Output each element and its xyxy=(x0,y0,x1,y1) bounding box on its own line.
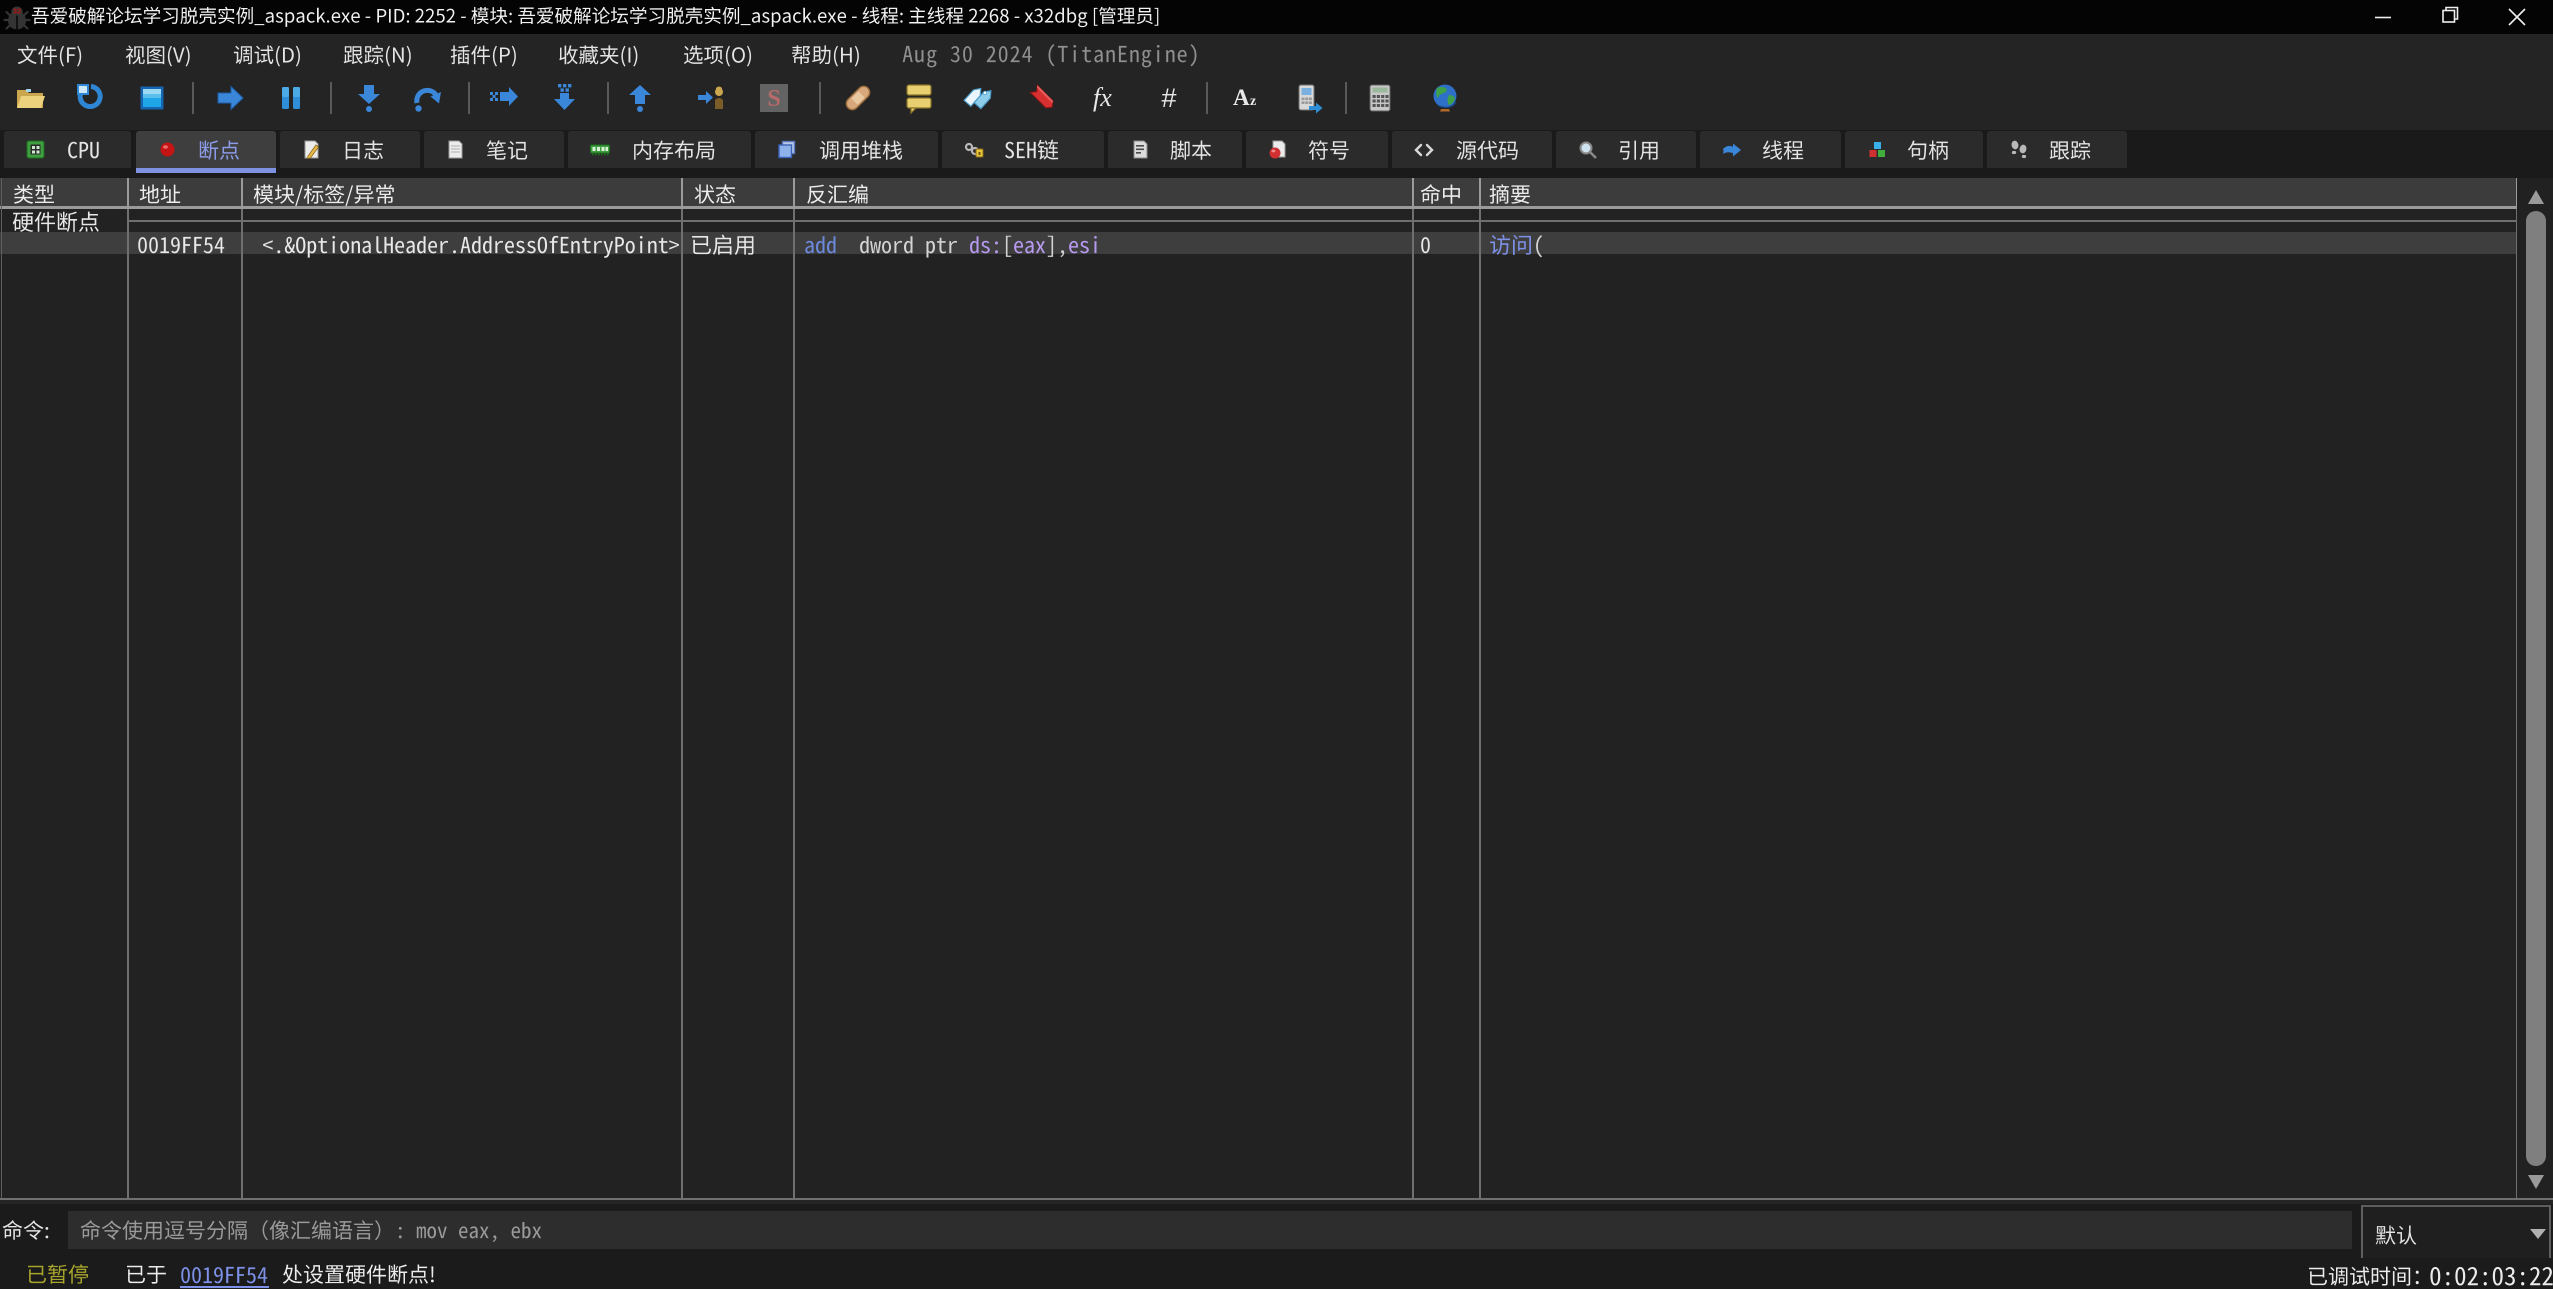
svg-text:z: z xyxy=(1250,94,1256,109)
svg-text:32: 32 xyxy=(13,7,21,16)
svg-text:#: # xyxy=(1161,83,1176,113)
svg-text:A: A xyxy=(1233,85,1250,110)
svg-text:fx: fx xyxy=(1093,83,1112,112)
svg-text:S: S xyxy=(767,86,780,112)
